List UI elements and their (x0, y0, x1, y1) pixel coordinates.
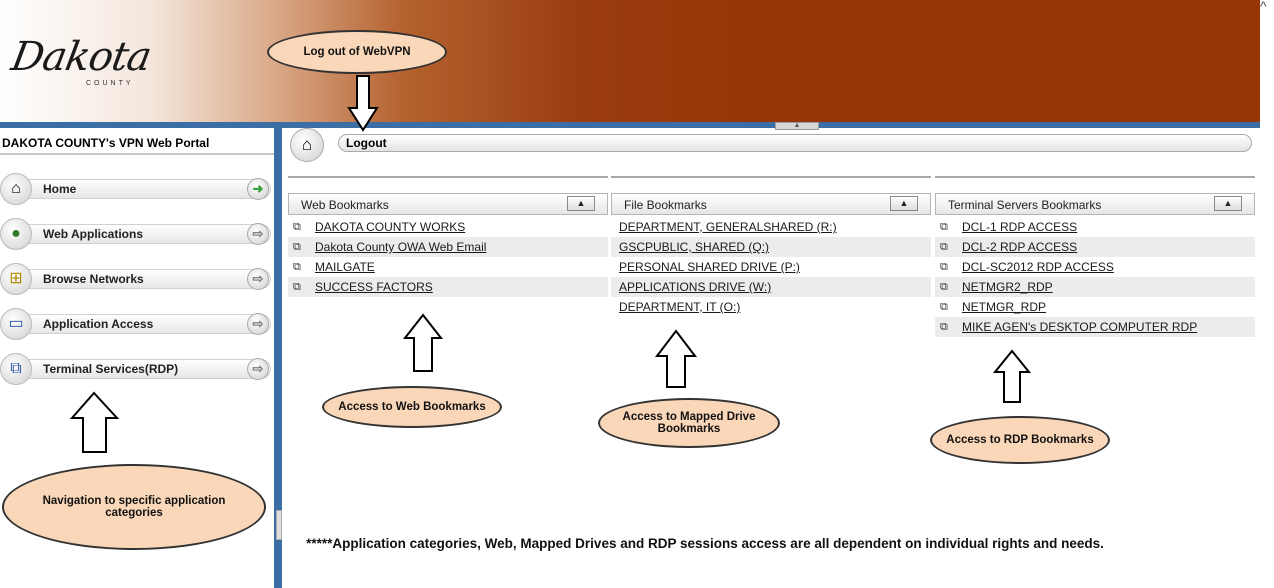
arrow-down-icon (347, 75, 379, 132)
footer-note: *****Application categories, Web, Mapped… (306, 536, 1104, 551)
logo-subtext: COUNTY (86, 80, 134, 87)
file-bookmark-link[interactable]: PERSONAL SHARED DRIVE (P:) (619, 260, 800, 274)
list-item[interactable]: ⧉ NETMGR2_RDP (935, 277, 1255, 297)
portal-title-divider (0, 153, 274, 155)
arrow-right-icon[interactable]: ⇨ (247, 223, 269, 245)
external-link-icon: ⧉ (940, 221, 948, 233)
callout-navigation: Navigation to specific application categ… (2, 464, 266, 550)
dakota-county-logo: Dakota (7, 34, 155, 80)
file-bookmarks-header: File Bookmarks ▲ (611, 193, 931, 215)
list-item[interactable]: ⧉ DCL-SC2012 RDP ACCESS (935, 257, 1255, 277)
sidebar-item-browse-networks[interactable]: ⊞ Browse Networks ⇨ (0, 263, 272, 295)
list-item[interactable]: ⧉ Dakota County OWA Web Email (288, 237, 608, 257)
external-link-icon: ⧉ (293, 261, 301, 273)
list-item[interactable]: ⧉ MIKE AGEN's DESKTOP COMPUTER RDP (935, 317, 1255, 337)
arrow-right-icon[interactable]: ⇨ (247, 313, 269, 335)
list-item[interactable]: DEPARTMENT, GENERALSHARED (R:) (611, 217, 931, 237)
external-link-icon: ⧉ (293, 241, 301, 253)
collapse-up-icon[interactable]: ▲ (890, 196, 918, 211)
network-icon: ⊞ (0, 263, 32, 295)
collapse-caret-icon[interactable]: ^ (1260, 0, 1267, 14)
sidebar-item-web-applications[interactable]: ● Web Applications ⇨ (0, 218, 272, 250)
sidebar-item-home[interactable]: ⌂ Home ➜ (0, 173, 272, 205)
portal-title: DAKOTA COUNTY's VPN Web Portal (2, 136, 210, 150)
web-bookmark-link[interactable]: DAKOTA COUNTY WORKS (315, 220, 465, 234)
arrow-right-icon[interactable]: ⇨ (247, 358, 269, 380)
column-divider (611, 176, 931, 178)
sidebar-item-label: Terminal Services(RDP) (43, 362, 179, 376)
column-divider (935, 176, 1255, 178)
external-link-icon: ⧉ (940, 281, 948, 293)
web-bookmark-link[interactable]: SUCCESS FACTORS (315, 280, 433, 294)
list-item[interactable]: APPLICATIONS DRIVE (W:) (611, 277, 931, 297)
callout-rdp-bookmarks: Access to RDP Bookmarks (930, 416, 1110, 464)
logout-label[interactable]: Logout (346, 136, 387, 150)
sidebar-item-application-access[interactable]: ▭ Application Access ⇨ (0, 308, 272, 340)
list-item[interactable]: DEPARTMENT, IT (O:) (611, 297, 931, 317)
list-item[interactable]: PERSONAL SHARED DRIVE (P:) (611, 257, 931, 277)
arrow-right-icon[interactable]: ➜ (247, 178, 269, 200)
file-bookmark-link[interactable]: APPLICATIONS DRIVE (W:) (619, 280, 771, 294)
terminal-bookmarks-title: Terminal Servers Bookmarks (948, 198, 1102, 212)
sidebar-item-label: Browse Networks (43, 272, 144, 286)
callout-logout: Log out of WebVPN (267, 30, 447, 74)
sidebar-item-label: Home (43, 182, 77, 196)
terminal-bookmarks-header: Terminal Servers Bookmarks ▲ (935, 193, 1255, 215)
monitor-icon: ▭ (0, 308, 32, 340)
globe-icon: ● (0, 218, 32, 250)
sidebar-item-label: Application Access (43, 317, 154, 331)
list-item[interactable]: ⧉ DCL-2 RDP ACCESS (935, 237, 1255, 257)
arrow-right-icon[interactable]: ⇨ (247, 268, 269, 290)
rdp-bookmark-link[interactable]: NETMGR_RDP (962, 300, 1046, 314)
arrow-up-icon (654, 329, 698, 388)
list-item[interactable]: ⧉ MAILGATE (288, 257, 608, 277)
header-collapse-tab[interactable]: ▲ (775, 122, 819, 130)
header-banner (0, 0, 1260, 122)
rdp-bookmark-link[interactable]: NETMGR2_RDP (962, 280, 1053, 294)
splitter-handle[interactable] (276, 510, 282, 540)
web-bookmark-link[interactable]: MAILGATE (315, 260, 375, 274)
file-bookmarks-title: File Bookmarks (624, 198, 707, 212)
arrow-up-icon (69, 391, 120, 453)
arrow-up-icon (992, 349, 1032, 403)
external-link-icon: ⧉ (940, 321, 948, 333)
callout-mapped-drive-bookmarks: Access to Mapped Drive Bookmarks (598, 398, 780, 448)
list-item[interactable]: GSCPUBLIC, SHARED (Q:) (611, 237, 931, 257)
logout-button[interactable] (338, 134, 1252, 152)
sidebar-item-terminal-services[interactable]: ⧉ Terminal Services(RDP) ⇨ (0, 353, 272, 385)
external-link-icon: ⧉ (940, 261, 948, 273)
rdp-bookmark-link[interactable]: DCL-SC2012 RDP ACCESS (962, 260, 1114, 274)
list-item[interactable]: ⧉ SUCCESS FACTORS (288, 277, 608, 297)
collapse-up-icon[interactable]: ▲ (1214, 196, 1242, 211)
rdp-bookmark-link[interactable]: MIKE AGEN's DESKTOP COMPUTER RDP (962, 320, 1197, 334)
arrow-up-icon (402, 313, 444, 372)
home-icon: ⌂ (0, 173, 32, 205)
sidebar-item-label: Web Applications (43, 227, 144, 241)
right-gutter (1260, 0, 1274, 588)
list-item[interactable]: ⧉ NETMGR_RDP (935, 297, 1255, 317)
web-bookmark-link[interactable]: Dakota County OWA Web Email (315, 240, 486, 254)
external-link-icon: ⧉ (940, 241, 948, 253)
home-button[interactable]: ⌂ (290, 128, 324, 162)
web-bookmarks-header: Web Bookmarks ▲ (288, 193, 608, 215)
list-item[interactable]: ⧉ DAKOTA COUNTY WORKS (288, 217, 608, 237)
file-bookmark-link[interactable]: GSCPUBLIC, SHARED (Q:) (619, 240, 769, 254)
rdp-bookmark-link[interactable]: DCL-1 RDP ACCESS (962, 220, 1077, 234)
web-bookmarks-title: Web Bookmarks (301, 198, 389, 212)
external-link-icon: ⧉ (293, 281, 301, 293)
rdp-bookmark-link[interactable]: DCL-2 RDP ACCESS (962, 240, 1077, 254)
column-divider (288, 176, 608, 178)
external-link-icon: ⧉ (293, 221, 301, 233)
rdp-icon: ⧉ (0, 353, 32, 385)
file-bookmark-link[interactable]: DEPARTMENT, GENERALSHARED (R:) (619, 220, 837, 234)
external-link-icon: ⧉ (940, 301, 948, 313)
callout-web-bookmarks: Access to Web Bookmarks (322, 386, 502, 428)
collapse-up-icon[interactable]: ▲ (567, 196, 595, 211)
list-item[interactable]: ⧉ DCL-1 RDP ACCESS (935, 217, 1255, 237)
file-bookmark-link[interactable]: DEPARTMENT, IT (O:) (619, 300, 740, 314)
